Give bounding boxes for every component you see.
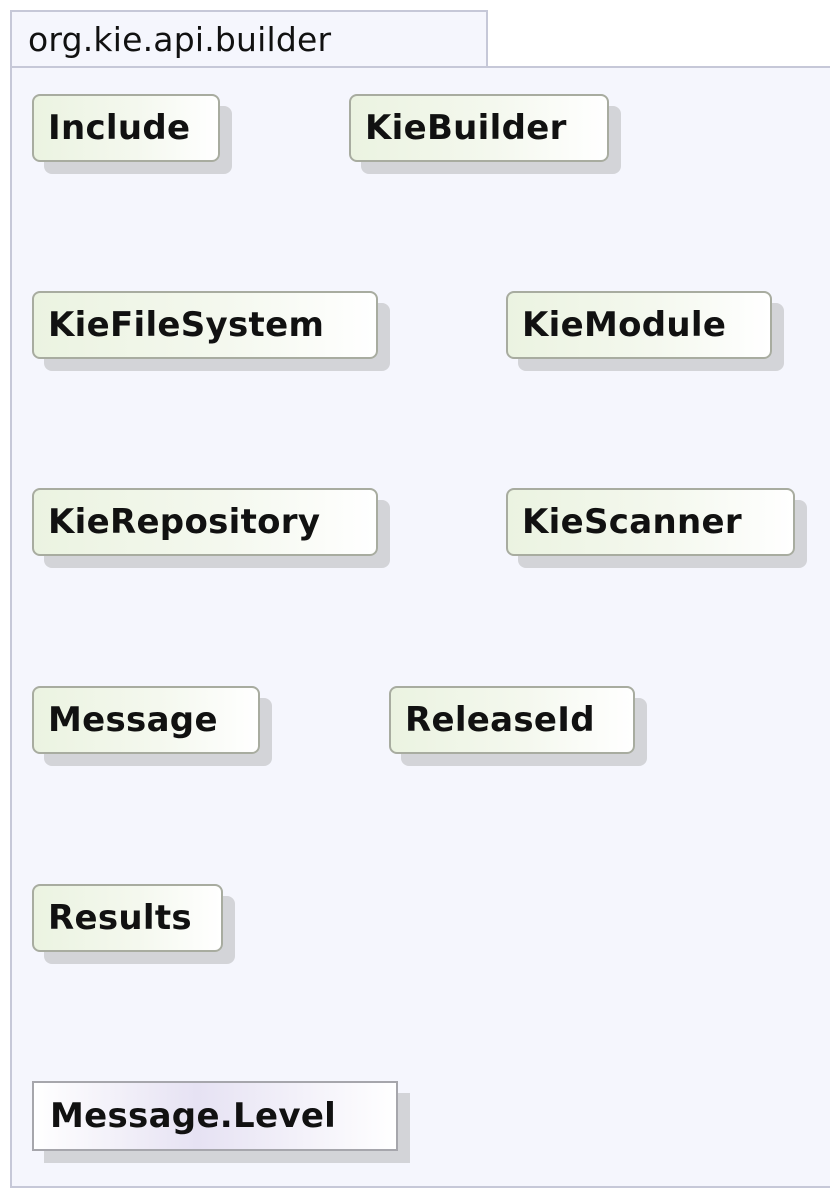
class-include[interactable]: Include — [32, 94, 220, 162]
class-message[interactable]: Message — [32, 686, 260, 754]
class-kie-module[interactable]: KieModule — [506, 291, 772, 359]
class-kie-builder[interactable]: KieBuilder — [349, 94, 609, 162]
package-frame — [10, 66, 830, 1188]
package-diagram: org.kie.api.builder Include KieBuilder K… — [0, 0, 830, 1190]
package-name: org.kie.api.builder — [28, 20, 332, 59]
class-kie-file-system[interactable]: KieFileSystem — [32, 291, 378, 359]
class-results[interactable]: Results — [32, 884, 223, 952]
enum-message-level[interactable]: Message.Level — [32, 1081, 398, 1151]
class-kie-repository[interactable]: KieRepository — [32, 488, 378, 556]
class-kie-scanner[interactable]: KieScanner — [506, 488, 795, 556]
package-tab: org.kie.api.builder — [10, 10, 488, 66]
class-release-id[interactable]: ReleaseId — [389, 686, 635, 754]
